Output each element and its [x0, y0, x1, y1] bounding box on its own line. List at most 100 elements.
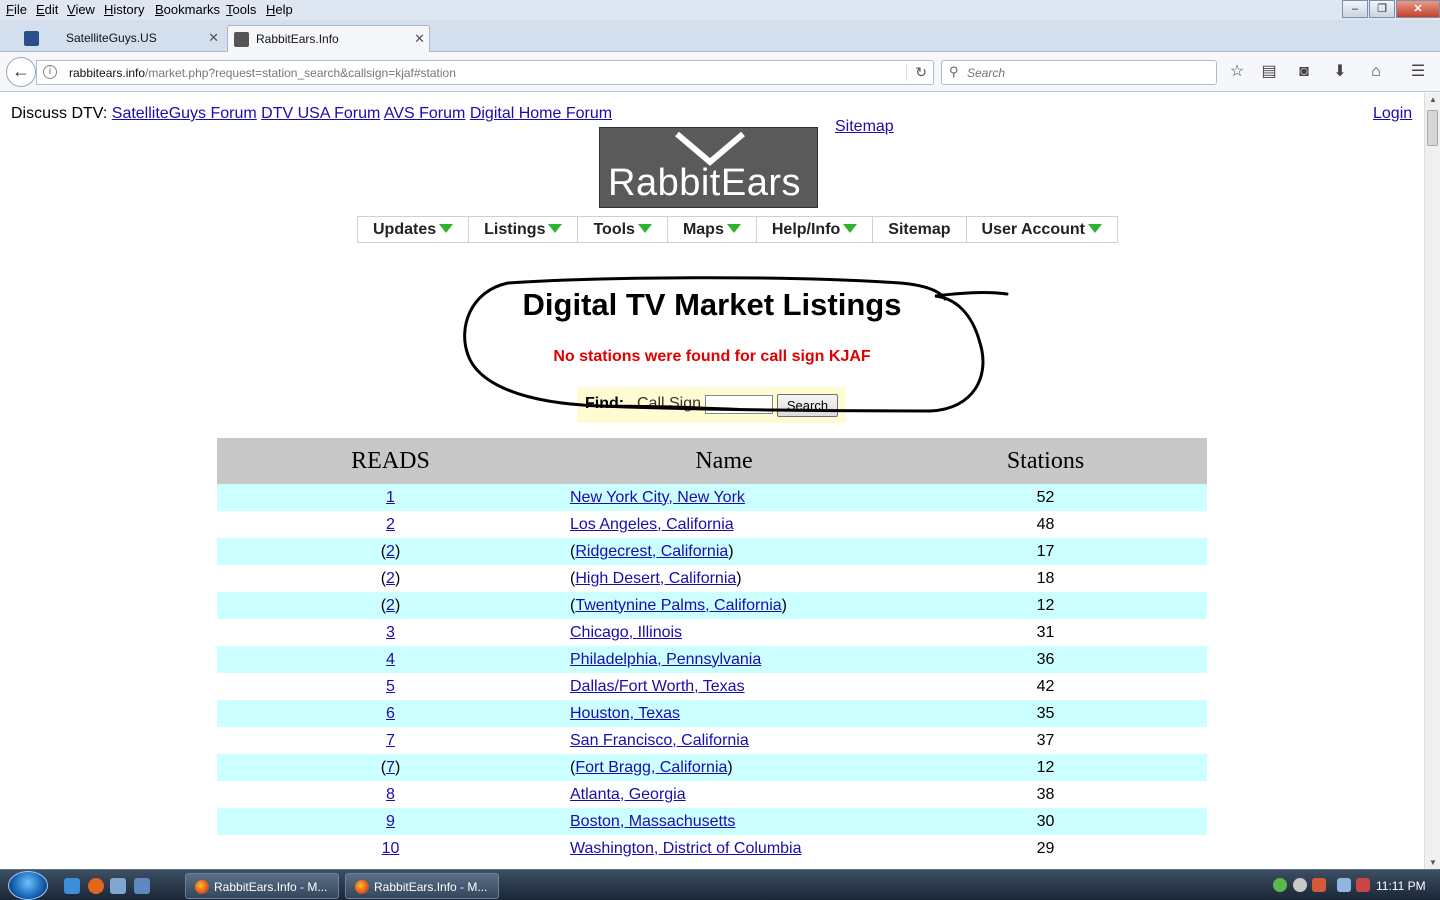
tray-settings-icon[interactable]	[1293, 878, 1307, 892]
nav-label: Sitemap	[888, 221, 951, 238]
login-link[interactable]: Login	[1373, 105, 1412, 123]
reads-rank-link[interactable]: 2	[386, 516, 395, 533]
menu-view[interactable]: View	[67, 2, 95, 17]
url-bar[interactable]: i rabbitears.info/market.php?request=sta…	[36, 60, 934, 85]
taskbar-button-firefox-1[interactable]: RabbitEars.Info - M...	[185, 873, 339, 899]
reads-cell: 1	[217, 484, 564, 511]
sitemap-link[interactable]: Sitemap	[835, 118, 894, 136]
reads-rank-link[interactable]: 3	[386, 624, 395, 641]
nav-label: Updates	[373, 221, 437, 238]
reads-rank-link[interactable]: 6	[386, 705, 395, 722]
rabbitears-logo[interactable]: RabbitEars	[599, 127, 818, 208]
market-name-link[interactable]: Los Angeles, California	[570, 516, 734, 533]
show-desktop-icon[interactable]	[110, 878, 126, 894]
market-name-link[interactable]: San Francisco, California	[570, 732, 749, 749]
dtv-usa-forum-link[interactable]: DTV USA Forum	[261, 105, 380, 122]
back-arrow-icon[interactable]: ←	[6, 57, 36, 87]
close-tab-icon[interactable]: ✕	[208, 30, 219, 46]
menu-tools[interactable]: Tools	[226, 2, 256, 17]
reads-rank-link[interactable]: 9	[386, 813, 395, 830]
scroll-up-arrow-icon[interactable]: ▲	[1429, 95, 1437, 104]
market-name-link[interactable]: Twentynine Palms, California	[575, 597, 781, 614]
search-button[interactable]: Search	[777, 394, 838, 417]
clock[interactable]: 11:11 PM	[1376, 879, 1426, 893]
reads-rank-link[interactable]: 7	[386, 732, 395, 749]
market-name-link[interactable]: New York City, New York	[570, 489, 745, 506]
menu-help[interactable]: Help	[266, 2, 293, 17]
market-name-link[interactable]: Houston, Texas	[570, 705, 680, 722]
logo-text: RabbitEars	[608, 162, 801, 204]
tray-status-icon[interactable]	[1273, 878, 1287, 892]
vertical-scrollbar[interactable]: ▲ ▼	[1424, 93, 1440, 869]
table-row: (7) (Fort Bragg, California) 12	[217, 754, 1207, 781]
reads-rank-link[interactable]: 10	[382, 840, 400, 857]
col-header-name: Name	[564, 438, 884, 484]
window-controls: – ❐ ✕	[1341, 0, 1440, 20]
windows-taskbar: RabbitEars.Info - M... RabbitEars.Info -…	[0, 869, 1440, 900]
market-name-link[interactable]: Dallas/Fort Worth, Texas	[570, 678, 745, 695]
pocket-icon[interactable]: ◙	[1294, 62, 1314, 82]
menu-edit[interactable]: Edit	[36, 2, 58, 17]
call-sign-search-form: Find: Call Sign Search	[577, 387, 846, 423]
reads-rank-link[interactable]: 4	[386, 651, 395, 668]
nav-maps[interactable]: Maps	[668, 217, 757, 242]
url-text[interactable]: rabbitears.info/market.php?request=stati…	[69, 66, 456, 80]
home-icon[interactable]: ⌂	[1366, 62, 1386, 82]
satelliteguys-forum-link[interactable]: SatelliteGuys Forum	[112, 105, 257, 122]
menu-file[interactable]: File	[6, 2, 27, 17]
call-sign-input[interactable]	[705, 395, 773, 414]
reads-rank-link[interactable]: 2	[386, 543, 395, 560]
reads-rank-link[interactable]: 2	[386, 570, 395, 587]
windows-start-icon[interactable]	[8, 871, 48, 900]
reads-rank-link[interactable]: 2	[386, 597, 395, 614]
browser-search-input[interactable]	[967, 64, 1207, 81]
info-icon[interactable]: i	[43, 65, 57, 79]
market-name-link[interactable]: Philadelphia, Pennsylvania	[570, 651, 761, 668]
scroll-down-arrow-icon[interactable]: ▼	[1429, 858, 1437, 867]
reload-icon[interactable]: ↻	[906, 64, 927, 81]
market-name-link[interactable]: Chicago, Illinois	[570, 624, 682, 641]
reads-rank-link[interactable]: 7	[386, 759, 395, 776]
nav-updates[interactable]: Updates	[358, 217, 470, 242]
tray-app-icon[interactable]	[1312, 878, 1326, 892]
market-name-link[interactable]: Fort Bragg, California	[575, 759, 727, 776]
market-name-cell: Atlanta, Georgia	[564, 781, 884, 808]
find-label: Find:	[585, 395, 625, 412]
nav-user-account[interactable]: User Account	[967, 217, 1117, 242]
reads-rank-link[interactable]: 1	[386, 489, 395, 506]
market-name-link[interactable]: Boston, Massachusetts	[570, 813, 735, 830]
menu-history[interactable]: History	[104, 2, 144, 17]
hamburger-menu-icon[interactable]: ☰	[1408, 62, 1428, 82]
firefox-icon[interactable]	[88, 878, 104, 894]
digital-home-forum-link[interactable]: Digital Home Forum	[470, 105, 612, 122]
nav-listings[interactable]: Listings	[469, 217, 579, 242]
download-icon[interactable]: ⬇	[1330, 62, 1350, 82]
switch-windows-icon[interactable]	[134, 878, 150, 894]
nav-sitemap[interactable]: Sitemap	[873, 217, 967, 242]
menu-bookmarks[interactable]: Bookmarks	[155, 2, 220, 17]
market-name-link[interactable]: Atlanta, Georgia	[570, 786, 686, 803]
bookmark-star-icon[interactable]: ☆	[1227, 62, 1247, 82]
tab-rabbitears[interactable]: RabbitEars.Info ✕	[227, 25, 430, 52]
nav-tools[interactable]: Tools	[578, 217, 668, 242]
market-name-cell: Houston, Texas	[564, 700, 884, 727]
close-tab-icon[interactable]: ✕	[414, 31, 425, 47]
scrollbar-thumb[interactable]	[1427, 110, 1438, 146]
internet-explorer-icon[interactable]	[64, 878, 80, 894]
market-name-link[interactable]: Washington, District of Columbia	[570, 840, 802, 857]
taskbar-button-firefox-2[interactable]: RabbitEars.Info - M...	[345, 873, 499, 899]
nav-help-info[interactable]: Help/Info	[757, 217, 874, 242]
market-name-link[interactable]: Ridgecrest, California	[575, 543, 728, 560]
browser-search-box[interactable]: ⚲	[941, 60, 1217, 85]
reads-rank-link[interactable]: 8	[386, 786, 395, 803]
volume-muted-icon[interactable]	[1356, 878, 1370, 892]
close-window-icon[interactable]: ✕	[1396, 0, 1440, 18]
network-icon[interactable]	[1337, 878, 1351, 892]
reads-rank-link[interactable]: 5	[386, 678, 395, 695]
tab-satelliteguys[interactable]: SatelliteGuys.US ✕	[20, 25, 223, 52]
avs-forum-link[interactable]: AVS Forum	[384, 105, 466, 122]
restore-icon[interactable]: ❐	[1369, 0, 1395, 18]
reading-list-icon[interactable]: ▤	[1259, 62, 1279, 82]
market-name-link[interactable]: High Desert, California	[575, 570, 736, 587]
minimize-icon[interactable]: –	[1342, 0, 1368, 18]
